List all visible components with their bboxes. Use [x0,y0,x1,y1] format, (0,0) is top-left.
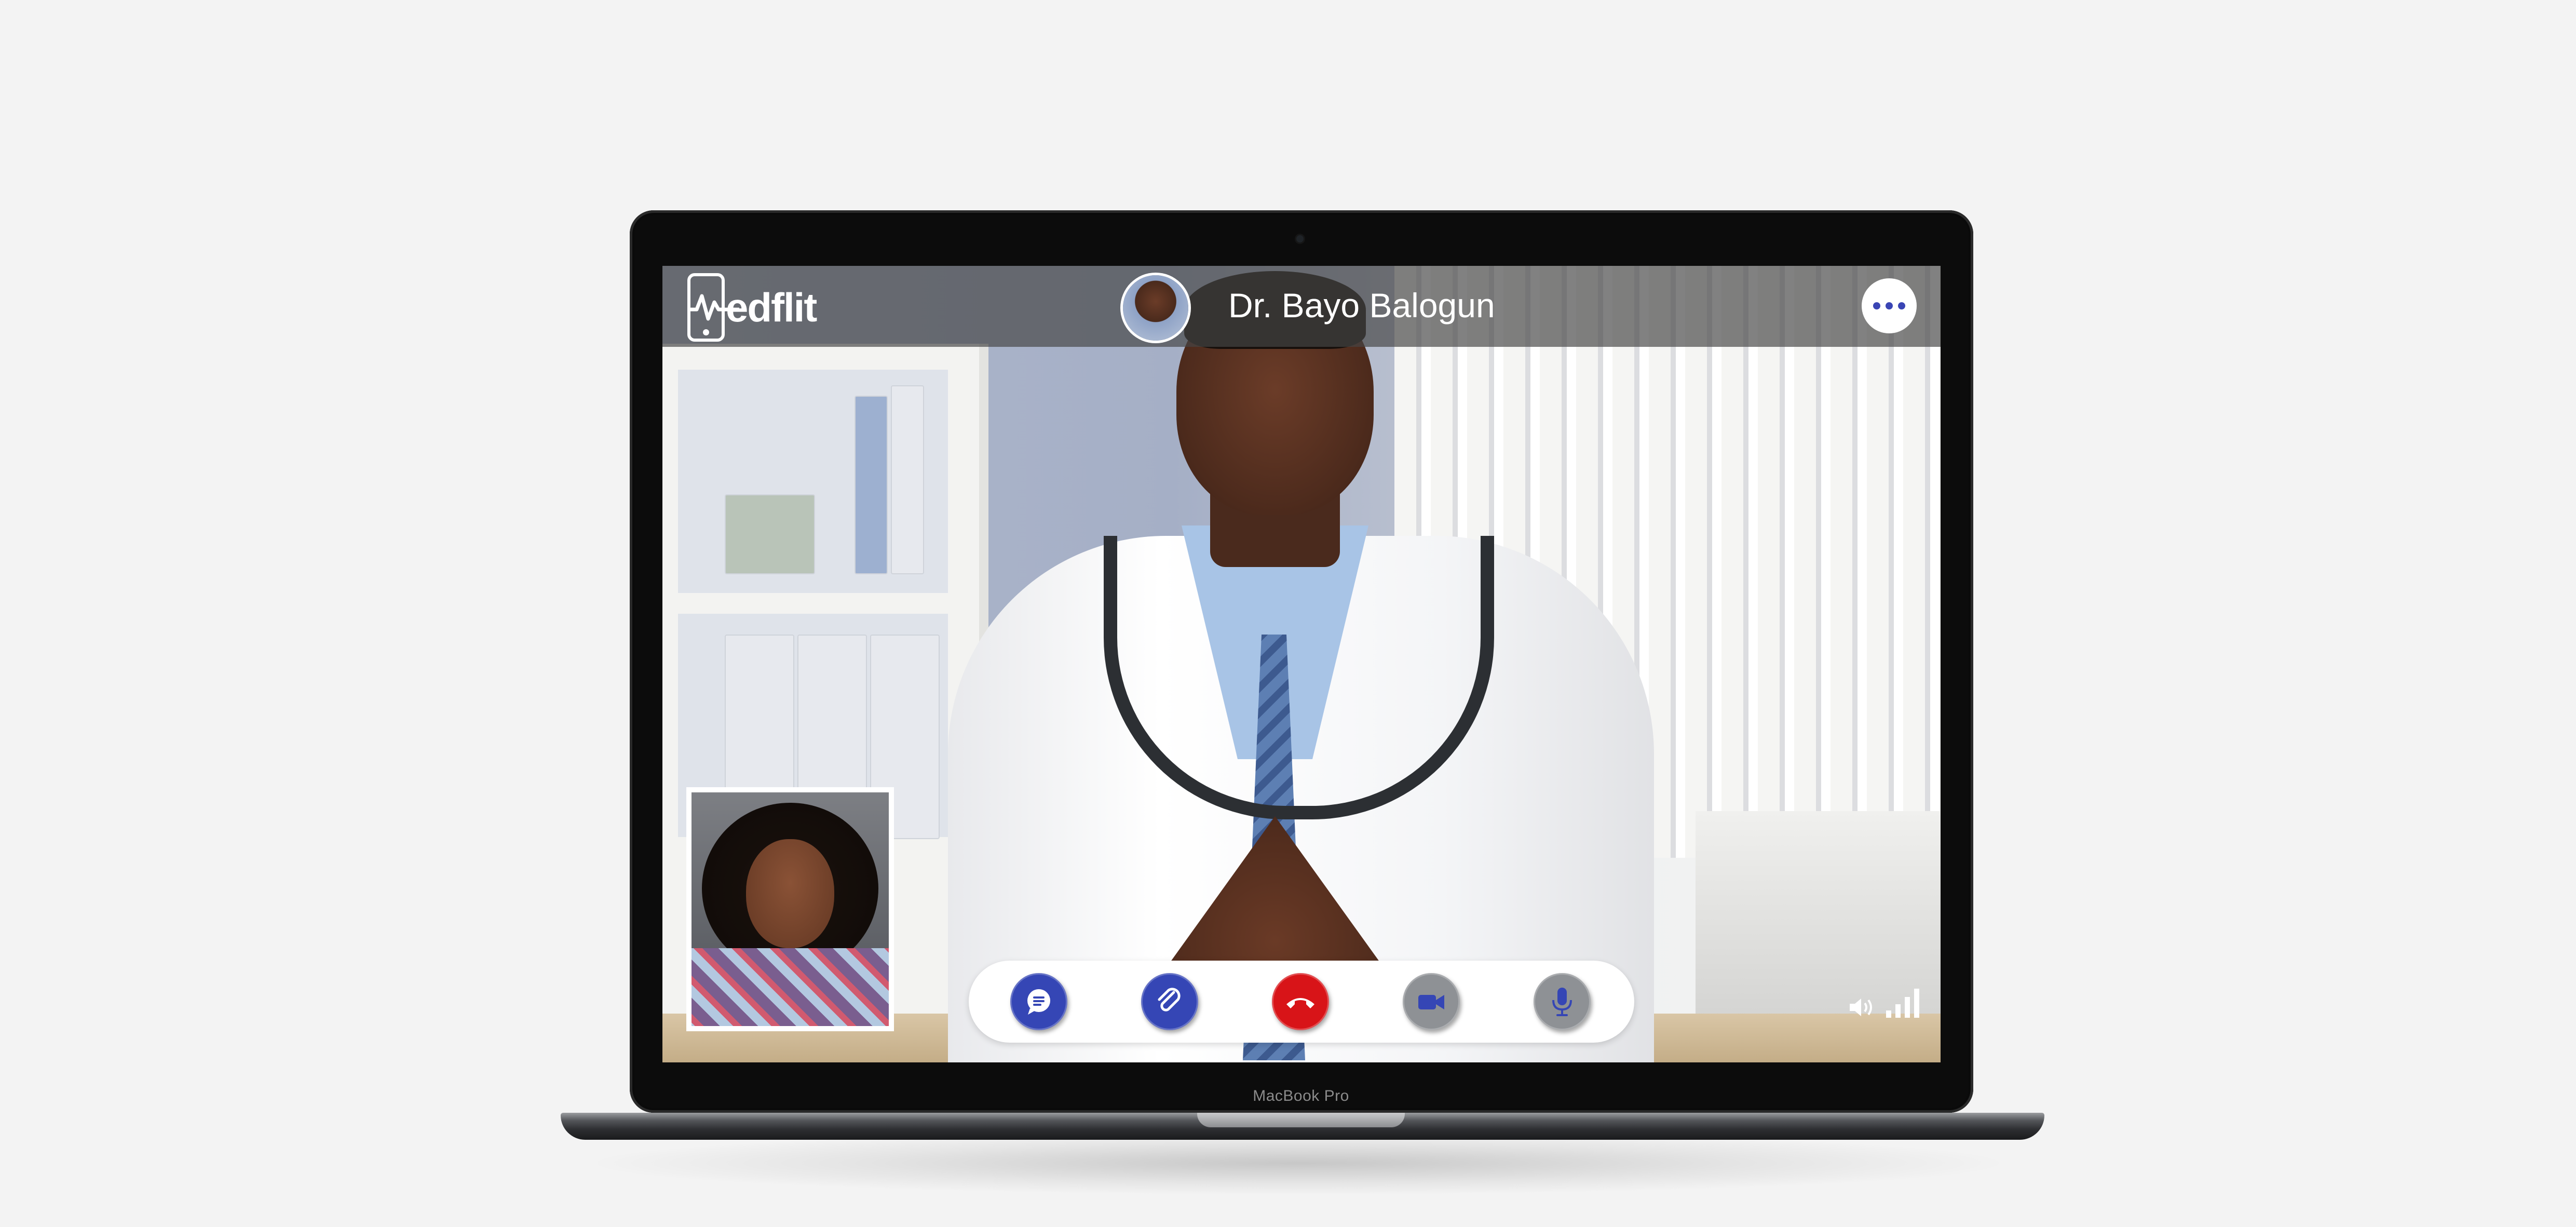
logo-wordmark: edflit [726,284,817,330]
attach-button[interactable] [1141,973,1198,1030]
call-header: edflit Dr. Bayo Balogun [662,266,1941,347]
chat-bubble-icon [1027,989,1050,1015]
patient-self-view[interactable] [686,787,894,1031]
phone-heartbeat-icon [687,273,739,342]
laptop-shadow [597,1132,1999,1194]
doctor-avatar[interactable] [1123,275,1188,341]
call-controls [969,961,1634,1043]
phone-hangup-icon [1286,998,1314,1008]
more-horizontal-icon [1873,302,1880,309]
app-logo: edflit [687,272,817,343]
connection-status [1848,988,1921,1019]
caller-name: Dr. Bayo Balogun [1228,286,1495,325]
video-camera-icon [1418,995,1444,1009]
microphone-icon [1552,988,1572,1016]
mute-toggle-button[interactable] [1534,973,1591,1030]
signal-strength-icon [1886,989,1919,1018]
doctor-video [886,266,1716,1062]
device-label: MacBook Pro [1253,1087,1349,1104]
video-call-screen: edflit Dr. Bayo Balogun [662,266,1941,1062]
video-toggle-button[interactable] [1403,973,1460,1030]
webcam [1296,235,1304,242]
laptop-notch [1197,1113,1405,1127]
paperclip-icon [1158,988,1181,1012]
more-options-button[interactable] [1862,278,1917,333]
end-call-button[interactable] [1272,973,1329,1030]
speaker-volume-icon [1850,999,1872,1016]
chat-button[interactable] [1010,973,1067,1030]
